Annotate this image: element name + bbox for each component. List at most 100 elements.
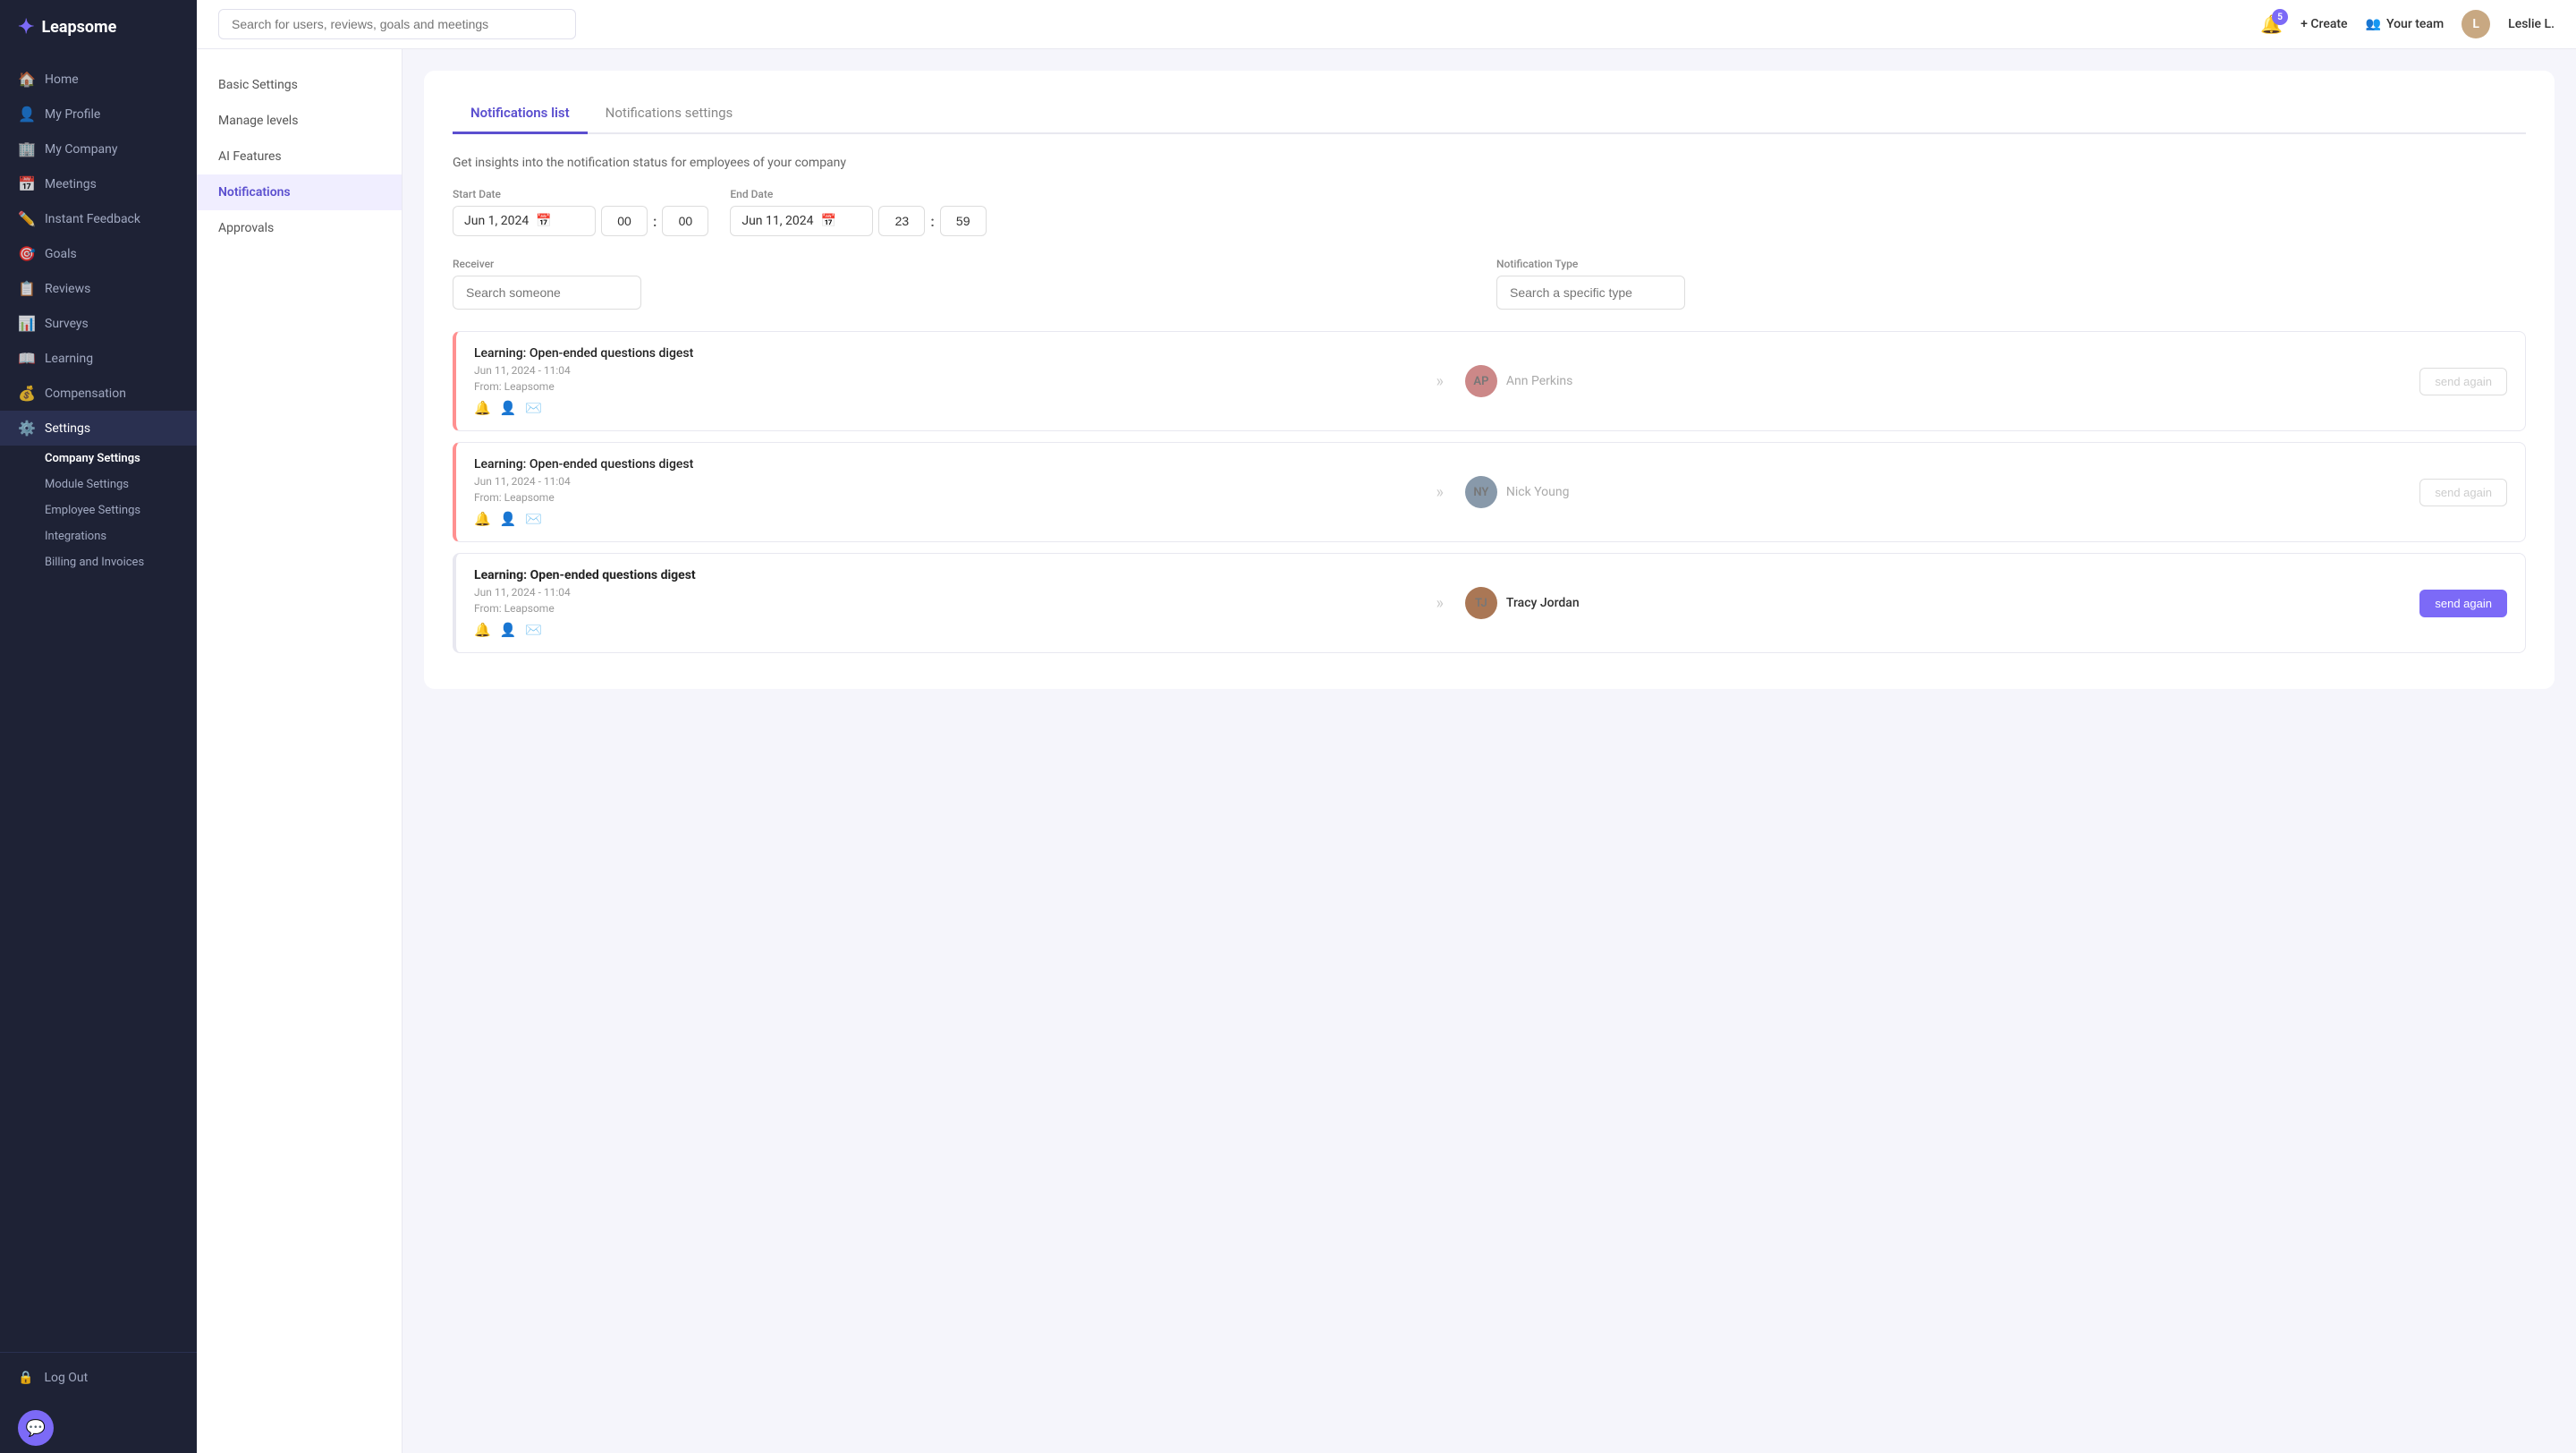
sidebar-item-label: Goals [45, 247, 77, 261]
receiver-name: Ann Perkins [1506, 374, 1572, 388]
receiver-search-input[interactable] [453, 276, 641, 310]
home-icon: 🏠 [18, 71, 34, 88]
send-again-button[interactable]: send again [2419, 590, 2507, 617]
notif-info: Learning: Open-ended questions digest Ju… [474, 568, 1414, 638]
compensation-icon: 💰 [18, 385, 34, 402]
bell-notif-icon: 🔔 [474, 622, 491, 638]
app-name: Leapsome [41, 18, 116, 37]
notif-title: Learning: Open-ended questions digest [474, 457, 1414, 472]
sidebar-item-label: Reviews [45, 282, 90, 296]
sub-item-integrations[interactable]: Integrations [0, 523, 197, 549]
settings-icon: ⚙️ [18, 420, 34, 437]
send-again-button[interactable]: send again [2419, 368, 2507, 395]
sidebar-item-label: Learning [45, 352, 93, 366]
end-minute-input[interactable] [940, 206, 987, 236]
notif-info: Learning: Open-ended questions digest Ju… [474, 457, 1414, 527]
sidebar-item-label: My Profile [45, 107, 100, 122]
notif-receiver: TJ Tracy Jordan [1465, 587, 2405, 619]
sidebar-item-reviews[interactable]: 📋 Reviews [0, 271, 197, 306]
type-label: Notification Type [1496, 258, 2526, 270]
send-again-button[interactable]: send again [2419, 479, 2507, 506]
sidebar-item-label: My Company [45, 142, 118, 157]
your-team-button[interactable]: 👥 Your team [2366, 17, 2445, 31]
sidebar-item-surveys[interactable]: 📊 Surveys [0, 306, 197, 341]
bell-notif-icon: 🔔 [474, 400, 491, 416]
sub-item-module-settings[interactable]: Module Settings [0, 472, 197, 497]
end-hour-input[interactable] [878, 206, 925, 236]
notif-receiver: NY Nick Young [1465, 476, 2405, 508]
sidebar-item-settings[interactable]: ⚙️ Settings [0, 411, 197, 446]
main-area: 🔔 5 + Create 👥 Your team L Leslie L. Bas… [197, 0, 2576, 1453]
notif-receiver: AP Ann Perkins [1465, 365, 2405, 397]
notif-date: Jun 11, 2024 - 11:04 [474, 586, 1414, 599]
end-date-picker[interactable]: Jun 11, 2024 📅 [730, 206, 873, 236]
sidebar-item-instant-feedback[interactable]: ✏️ Instant Feedback [0, 201, 197, 236]
avatar-initials: AP [1473, 375, 1488, 388]
sub-item-billing[interactable]: Billing and Invoices [0, 549, 197, 575]
team-icon: 👥 [2366, 17, 2381, 31]
sidebar-item-label: Settings [45, 421, 90, 436]
start-minute-input[interactable] [662, 206, 708, 236]
settings-menu-levels[interactable]: Manage levels [197, 103, 402, 139]
tab-notifications-settings[interactable]: Notifications settings [588, 96, 751, 134]
logo-icon: ✦ [18, 16, 34, 38]
notif-from: From: Leapsome [474, 602, 1414, 615]
settings-menu-basic[interactable]: Basic Settings [197, 67, 402, 103]
calendar-icon: 📅 [820, 214, 835, 228]
settings-panel: Basic Settings Manage levels AI Features… [197, 49, 402, 1453]
create-button[interactable]: + Create [2301, 17, 2347, 31]
time-separator: : [930, 213, 934, 230]
chat-bubble-button[interactable]: 💬 [18, 1410, 54, 1446]
tabs: Notifications list Notifications setting… [453, 96, 2526, 134]
sub-item-company-settings[interactable]: Company Settings [0, 446, 197, 472]
logout-button[interactable]: 🔒 Log Out [18, 1364, 179, 1392]
sidebar-item-my-company[interactable]: 🏢 My Company [0, 132, 197, 166]
sidebar: ✦ Leapsome 🏠 Home 👤 My Profile 🏢 My Comp… [0, 0, 197, 1453]
global-search-input[interactable] [218, 9, 576, 39]
sidebar-item-my-profile[interactable]: 👤 My Profile [0, 97, 197, 132]
calendar-icon: 📅 [18, 175, 34, 192]
settings-menu-approvals[interactable]: Approvals [197, 210, 402, 246]
sidebar-item-home[interactable]: 🏠 Home [0, 62, 197, 97]
notif-date: Jun 11, 2024 - 11:04 [474, 364, 1414, 377]
feedback-icon: ✏️ [18, 210, 34, 227]
content-area: Basic Settings Manage levels AI Features… [197, 49, 2576, 1453]
type-search-input[interactable] [1496, 276, 1685, 310]
notif-info: Learning: Open-ended questions digest Ju… [474, 346, 1414, 416]
end-date-label: End Date [730, 188, 986, 200]
settings-submenu: Company Settings Module Settings Employe… [0, 446, 197, 575]
sidebar-item-goals[interactable]: 🎯 Goals [0, 236, 197, 271]
notification-item: Learning: Open-ended questions digest Ju… [453, 553, 2526, 653]
sidebar-item-compensation[interactable]: 💰 Compensation [0, 376, 197, 411]
settings-menu-notifications[interactable]: Notifications [197, 174, 402, 210]
time-separator: : [653, 213, 657, 230]
start-date-input-group: Jun 1, 2024 📅 : [453, 206, 708, 236]
settings-menu-ai[interactable]: AI Features [197, 139, 402, 174]
sidebar-item-label: Instant Feedback [45, 212, 140, 226]
arrow-icon: » [1436, 483, 1443, 502]
logout-icon: 🔒 [18, 1371, 33, 1385]
calendar-icon: 📅 [536, 214, 551, 228]
avatar-initials: NY [1473, 486, 1488, 499]
start-date-label: Start Date [453, 188, 708, 200]
content-card: Notifications list Notifications setting… [424, 71, 2555, 689]
start-date-picker[interactable]: Jun 1, 2024 📅 [453, 206, 596, 236]
sidebar-item-meetings[interactable]: 📅 Meetings [0, 166, 197, 201]
start-date-group: Start Date Jun 1, 2024 📅 : [453, 188, 708, 236]
tab-notifications-list[interactable]: Notifications list [453, 96, 588, 134]
topbar-right: 🔔 5 + Create 👥 Your team L Leslie L. [2260, 10, 2555, 38]
bell-notif-icon: 🔔 [474, 511, 491, 527]
start-hour-input[interactable] [601, 206, 648, 236]
sub-item-employee-settings[interactable]: Employee Settings [0, 497, 197, 523]
notifications-bell-button[interactable]: 🔔 5 [2260, 13, 2283, 35]
logout-label: Log Out [44, 1371, 88, 1385]
sidebar-item-label: Compensation [45, 387, 126, 401]
create-label: + Create [2301, 17, 2347, 31]
user-avatar[interactable]: L [2462, 10, 2490, 38]
end-date-input-group: Jun 11, 2024 📅 : [730, 206, 986, 236]
notif-title: Learning: Open-ended questions digest [474, 568, 1414, 582]
sidebar-item-learning[interactable]: 📖 Learning [0, 341, 197, 376]
receiver-label: Receiver [453, 258, 1482, 270]
notif-title: Learning: Open-ended questions digest [474, 346, 1414, 361]
app-logo[interactable]: ✦ Leapsome [0, 0, 197, 55]
